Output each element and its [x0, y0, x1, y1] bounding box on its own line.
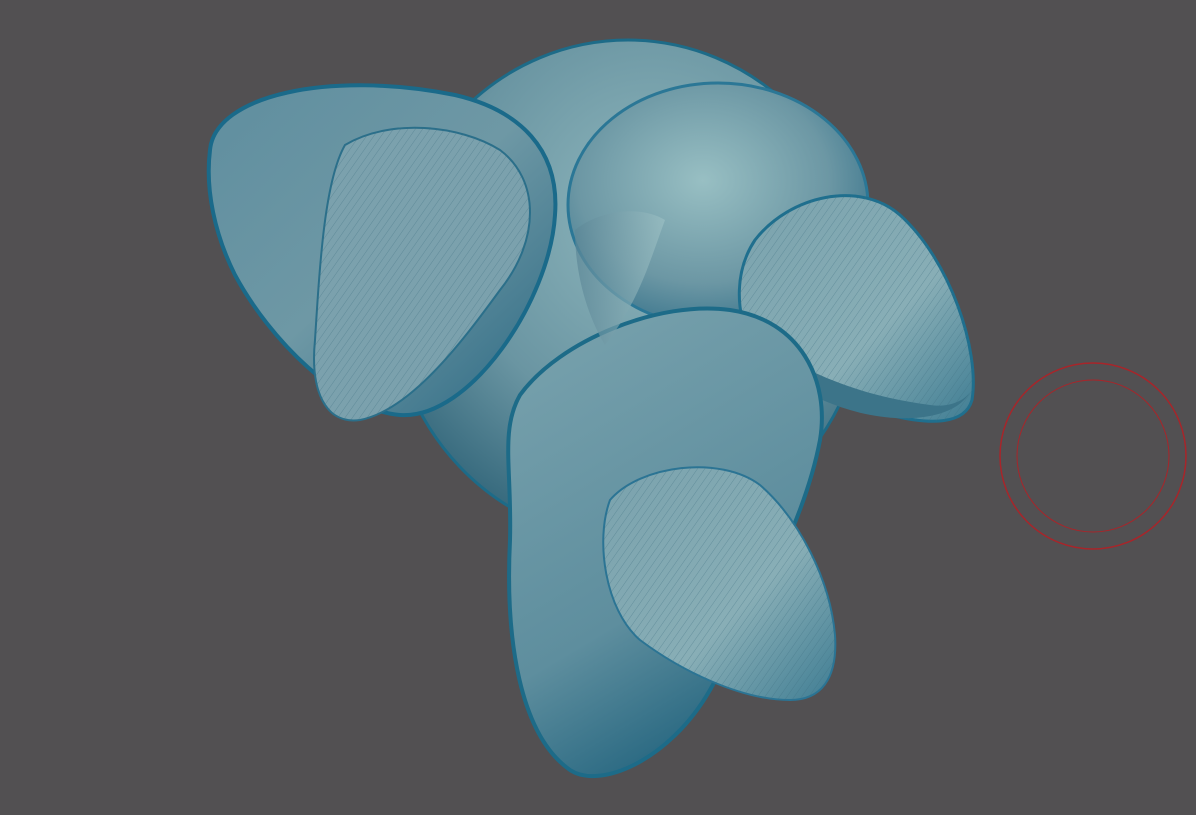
viewport-canvas[interactable] [0, 0, 1196, 815]
brush-radius-ring-icon [999, 362, 1187, 550]
3d-viewport[interactable] [0, 0, 1196, 815]
sculpt-mesh[interactable] [206, 38, 975, 779]
brush-outer-ring [999, 362, 1187, 550]
brush-inner-ring [1016, 379, 1170, 533]
